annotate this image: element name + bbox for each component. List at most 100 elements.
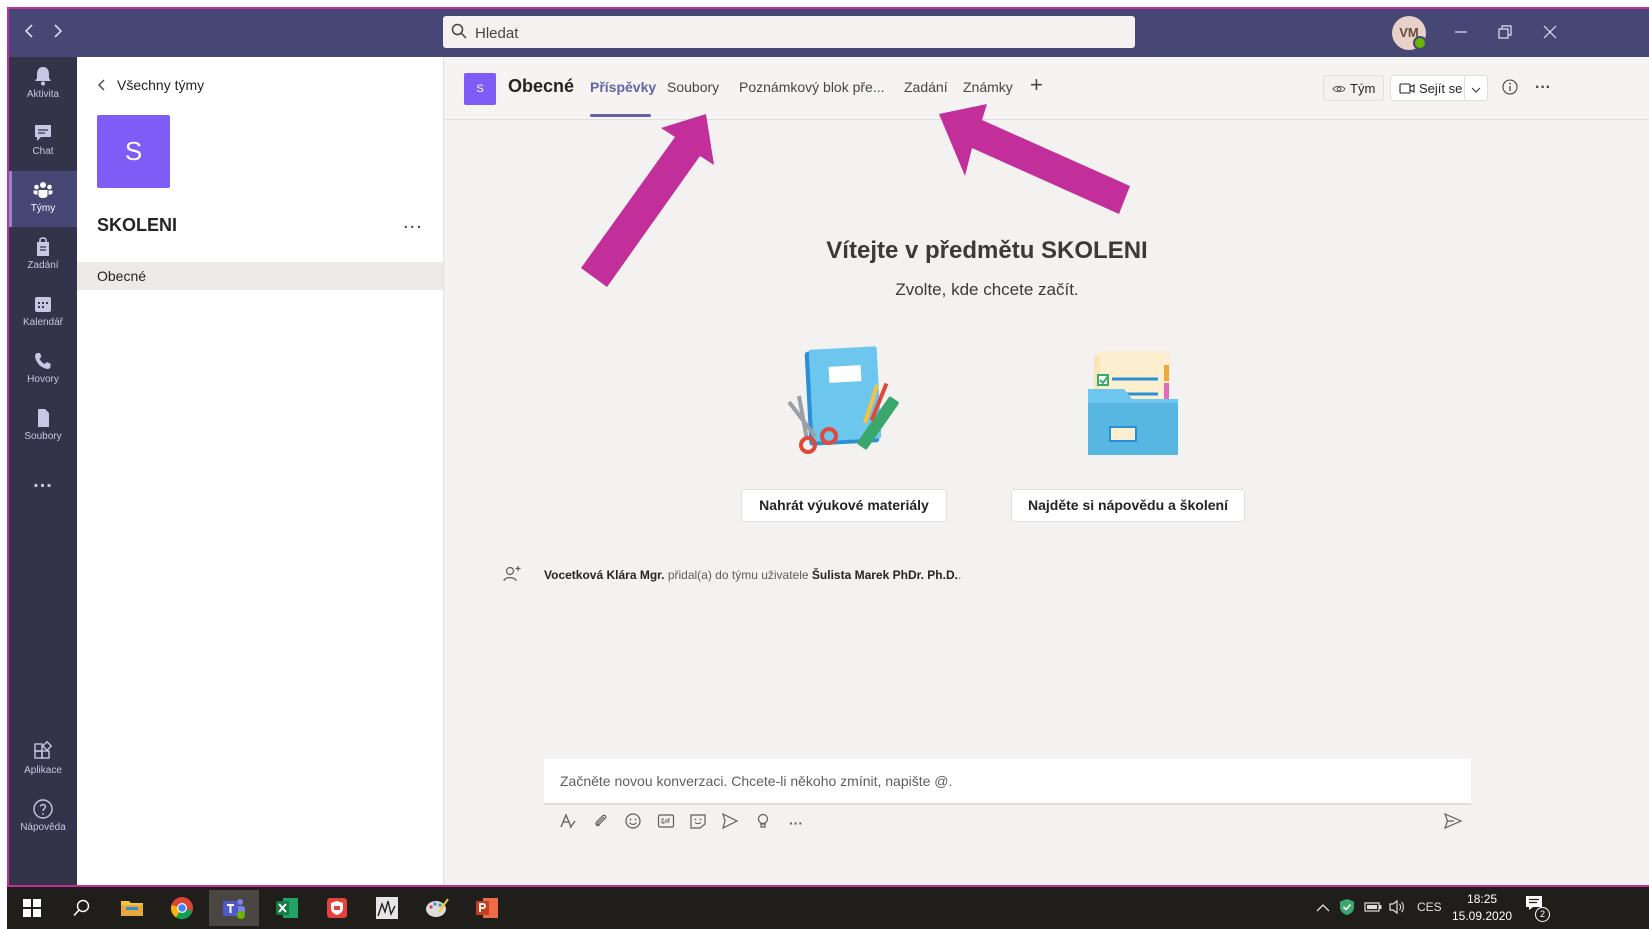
apps-icon [34,741,53,759]
sticker-button[interactable] [687,812,709,834]
restore-button[interactable] [1491,19,1519,47]
presence-available-icon [1413,36,1427,50]
palette-icon [426,898,449,917]
team-more-button[interactable]: ... [403,211,423,234]
eye-icon [1332,85,1346,93]
minimize-button[interactable] [1447,19,1475,47]
meet-button-label: Sejít se [1419,81,1463,96]
channel-item-general[interactable]: Obecné [77,262,443,290]
chrome-icon [170,897,193,920]
gif-button[interactable] [655,812,677,834]
rail-item-teams[interactable]: Týmy [9,171,77,227]
rail-item-calendar[interactable]: Kalendář [9,285,77,341]
tab-posts[interactable]: Příspěvky [590,79,656,95]
rail-item-assignments[interactable]: Zadání [9,228,77,284]
meet-now-button[interactable] [719,812,741,834]
event-actor: Vocetková Klára Mgr. [544,568,665,582]
teams-icon [33,182,53,198]
chevron-right-icon [54,24,63,38]
more-icon: ... [33,470,53,492]
avatar[interactable]: VM [1392,16,1427,50]
taskbar-teams[interactable] [209,890,259,926]
windows-logo-icon [23,899,41,917]
search-box[interactable] [443,16,1139,50]
tab-class-notebook[interactable]: Poznámkový blok pře... [739,79,885,95]
volume-icon[interactable] [1388,899,1406,915]
taskbar-excel[interactable] [264,890,310,926]
compose-more-button[interactable]: ··· [785,812,807,834]
title-bar: VM [9,9,1649,57]
rail-item-apps[interactable]: Aplikace [9,733,77,789]
add-tab-button[interactable]: + [1030,72,1043,98]
rail-label: Nápověda [20,822,66,833]
input-language[interactable]: CES [1417,900,1442,914]
app-rail: Aktivita Chat Týmy Zadání Kalendář Hovor… [9,57,77,885]
close-icon [1543,25,1557,39]
team-button[interactable]: Tým [1323,75,1385,101]
folder-icon [121,901,143,916]
rail-more-button[interactable]: ... [9,465,77,501]
back-nav-button[interactable] [19,21,41,43]
close-button[interactable] [1536,19,1564,47]
rail-item-calls[interactable]: Hovory [9,342,77,398]
find-help-button[interactable]: Najděte si nápovědu a školení [1011,489,1245,522]
paperclip-icon [595,814,607,827]
chat-icon [35,125,51,141]
praise-button[interactable] [752,812,774,834]
emoji-button[interactable] [622,812,644,834]
show-hidden-icons[interactable] [1316,903,1330,912]
format-button[interactable] [557,812,579,834]
taskbar-chrome[interactable] [159,890,205,926]
send-button[interactable] [1442,812,1464,834]
forward-nav-button[interactable] [47,21,69,43]
taskbar-security-app[interactable] [314,890,360,926]
notification-count: 2 [1535,907,1550,922]
rail-item-activity[interactable]: Aktivita [9,57,77,113]
defender-tray-icon[interactable] [1339,898,1355,916]
all-teams-link[interactable]: Všechny týmy [97,77,204,93]
sticker-icon [690,814,706,829]
rail-label: Zadání [27,260,59,271]
taskbar-search-button[interactable] [59,890,105,926]
lightbulb-icon [757,813,769,828]
meet-dropdown-button[interactable] [1464,76,1487,100]
excel-icon [276,898,298,918]
taskbar-clock[interactable]: 18:25 15.09.2020 [1452,891,1512,925]
taskbar-file-explorer[interactable] [109,890,155,926]
action-center-button[interactable]: 2 [1525,895,1550,922]
attach-button[interactable] [590,812,612,834]
team-name: SKOLENI [97,215,178,235]
battery-icon[interactable] [1364,902,1382,912]
search-input[interactable] [473,16,1139,50]
taskbar-chart-app[interactable] [364,890,410,926]
compose-box[interactable] [544,759,1471,805]
chevron-left-icon [24,24,33,38]
team-button-label: Tým [1350,81,1376,96]
format-icon [560,813,576,829]
rail-label: Hovory [27,374,59,385]
channel-info-button[interactable] [1497,75,1523,101]
team-panel: Všechny týmy S SKOLENI ... Obecné [77,57,444,885]
clock-time: 18:25 [1467,892,1498,906]
channel-more-button[interactable]: ··· [1530,75,1556,101]
shield-app-icon [327,898,347,918]
tab-grades[interactable]: Známky [963,79,1013,95]
rail-item-files[interactable]: Soubory [9,399,77,455]
bell-icon [35,67,51,86]
rail-item-help[interactable]: Nápověda [9,790,77,846]
start-button[interactable] [9,890,55,926]
rail-item-chat[interactable]: Chat [9,114,77,170]
all-teams-label: Všechny týmy [117,77,205,93]
video-camera-icon [1399,83,1415,94]
chevron-down-icon [1471,87,1481,93]
taskbar-powerpoint[interactable] [464,890,510,926]
notebook-illustration [787,346,899,454]
compose-input[interactable] [544,759,1471,803]
emoji-icon [625,813,641,829]
meet-button[interactable]: Sejít se [1390,75,1488,101]
tab-files[interactable]: Soubory [667,79,719,95]
rail-label: Aktivita [26,89,60,100]
upload-materials-button[interactable]: Nahrát výukové materiály [741,489,947,522]
tab-assignments[interactable]: Zadání [904,79,948,95]
taskbar-paint-app[interactable] [414,890,460,926]
